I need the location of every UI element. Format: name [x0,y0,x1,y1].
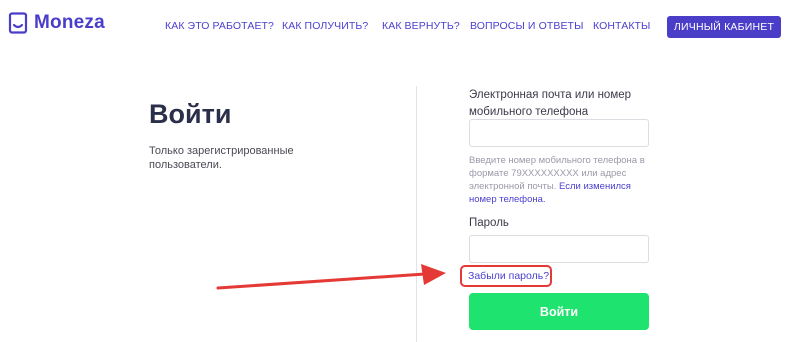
red-arrow-icon [216,264,446,290]
